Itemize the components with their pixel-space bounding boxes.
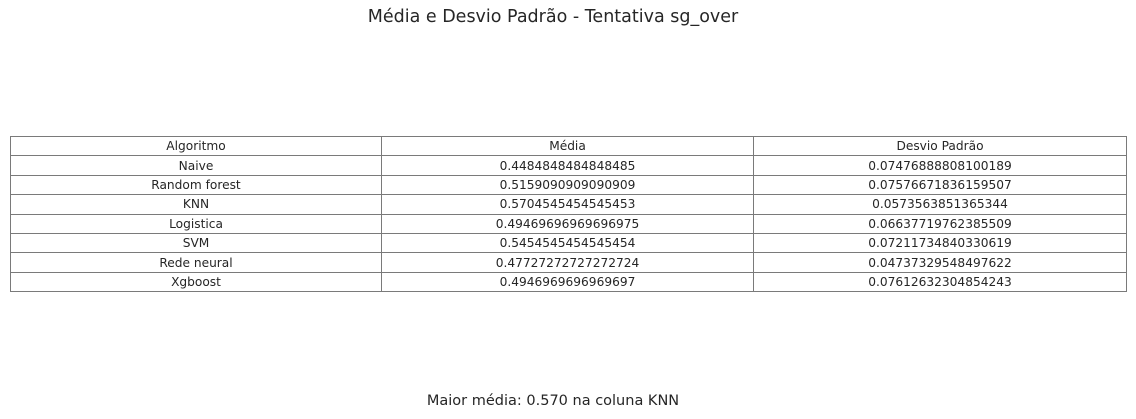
table-cell-media: 0.47727272727272724	[381, 252, 754, 273]
table-row: Rede neural 0.47727272727272724 0.047373…	[10, 252, 1127, 273]
table-cell-algoritmo: Rede neural	[10, 252, 382, 273]
table-cell-algoritmo: Xgboost	[10, 271, 382, 293]
table-row: SVM 0.5454545454545454 0.072117348403306…	[10, 232, 1127, 254]
results-table: Algoritmo Média Desvio Padrão Naive 0.44…	[10, 135, 1127, 293]
header-cell-desvio-padrao: Desvio Padrão	[753, 135, 1127, 157]
table-row: Naive 0.4484848484848485 0.0747688880810…	[10, 155, 1127, 176]
table-cell-desvio: 0.04737329548497622	[753, 252, 1127, 273]
best-mean-caption: Maior média: 0.570 na coluna KNN	[426, 393, 680, 409]
table-cell-algoritmo: Naive	[10, 155, 382, 176]
table-cell-desvio: 0.07576671836159507	[753, 174, 1127, 196]
table-cell-algoritmo: SVM	[10, 232, 382, 254]
table-header-row: Algoritmo Média Desvio Padrão	[10, 135, 1127, 157]
table-cell-desvio: 0.07211734840330619	[753, 232, 1127, 254]
table-cell-media: 0.5704545454545453	[381, 194, 754, 215]
table-row: Logistica 0.49469696969696975 0.06637719…	[10, 213, 1127, 234]
table-cell-desvio: 0.07612632304854243	[753, 271, 1127, 293]
table-cell-media: 0.4946969696969697	[381, 271, 754, 293]
table-row: KNN 0.5704545454545453 0.057356385136534…	[10, 194, 1127, 215]
results-table-body: Algoritmo Média Desvio Padrão Naive 0.44…	[10, 135, 1127, 293]
table-cell-algoritmo: Logistica	[10, 213, 382, 234]
table-cell-media: 0.4484848484848485	[381, 155, 754, 176]
header-cell-media: Média	[381, 135, 754, 157]
table-row: Random forest 0.5159090909090909 0.07576…	[10, 174, 1127, 196]
table-cell-algoritmo: Random forest	[10, 174, 382, 196]
table-cell-desvio: 0.07476888808100189	[753, 155, 1127, 176]
table-cell-media: 0.49469696969696975	[381, 213, 754, 234]
table-cell-algoritmo: KNN	[10, 194, 382, 215]
chart-title: Média e Desvio Padrão - Tentativa sg_ove…	[367, 7, 739, 27]
table-cell-media: 0.5159090909090909	[381, 174, 754, 196]
table-row: Xgboost 0.4946969696969697 0.07612632304…	[10, 271, 1127, 293]
table-cell-desvio: 0.0573563851365344	[753, 194, 1127, 215]
table-cell-desvio: 0.06637719762385509	[753, 213, 1127, 234]
header-cell-algoritmo: Algoritmo	[10, 135, 382, 157]
table-cell-media: 0.5454545454545454	[381, 232, 754, 254]
